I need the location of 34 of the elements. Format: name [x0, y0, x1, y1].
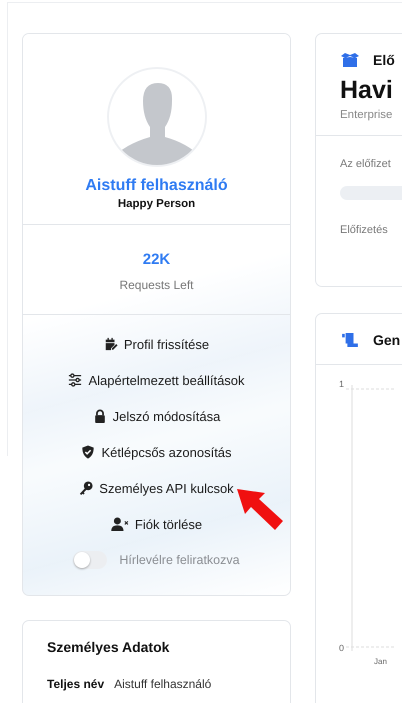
- plan-name: Havi: [339, 75, 394, 105]
- plan-tier: Enterprise: [316, 105, 402, 136]
- shield-check-icon: [81, 445, 96, 459]
- arrow-drawing: [235, 487, 285, 532]
- menu-link[interactable]: Személyes API kulcsok: [79, 470, 234, 506]
- box-icon: [341, 53, 359, 67]
- toggle-label: Hírlevélre feliratkozva: [119, 553, 240, 567]
- card-title: Elő: [373, 52, 395, 68]
- usage-label: Az előfizet: [340, 158, 392, 170]
- field-label: Teljes név: [47, 677, 104, 691]
- menu-link[interactable]: Kétlépcsős azonosítás: [81, 434, 232, 470]
- key-icon: [79, 481, 94, 495]
- user-title: Happy Person: [118, 198, 196, 210]
- user-remove-icon: [110, 517, 129, 531]
- newsletter-toggle[interactable]: [73, 551, 108, 569]
- field-value: Aistuff felhasználó: [114, 677, 212, 691]
- scroll-icon: [341, 333, 359, 347]
- calendar-pen-icon: [104, 337, 118, 351]
- card-title: Személyes Adatok: [47, 639, 170, 655]
- y-tick-label: 0: [338, 643, 344, 653]
- stat-value: 22K: [142, 251, 170, 268]
- menu-link[interactable]: Alapértelmezett beállítások: [68, 362, 245, 398]
- menu-link[interactable]: Jelszó módosítása: [92, 398, 220, 434]
- subscription-note: Előfizetés: [340, 224, 389, 236]
- menu-link[interactable]: Profil frissítése: [104, 326, 210, 362]
- stat-label: Requests Left: [119, 278, 194, 292]
- x-tick-label: Jan: [374, 657, 387, 666]
- user-name: Aistuff felhasználó: [85, 177, 228, 195]
- sliders-icon: [68, 373, 82, 387]
- lock-icon: [92, 409, 107, 423]
- avatar-icon: [106, 67, 206, 167]
- card-title: Gen: [373, 332, 400, 348]
- menu-link[interactable]: Fiók törlése: [110, 506, 202, 542]
- y-tick-label: 1: [338, 379, 344, 389]
